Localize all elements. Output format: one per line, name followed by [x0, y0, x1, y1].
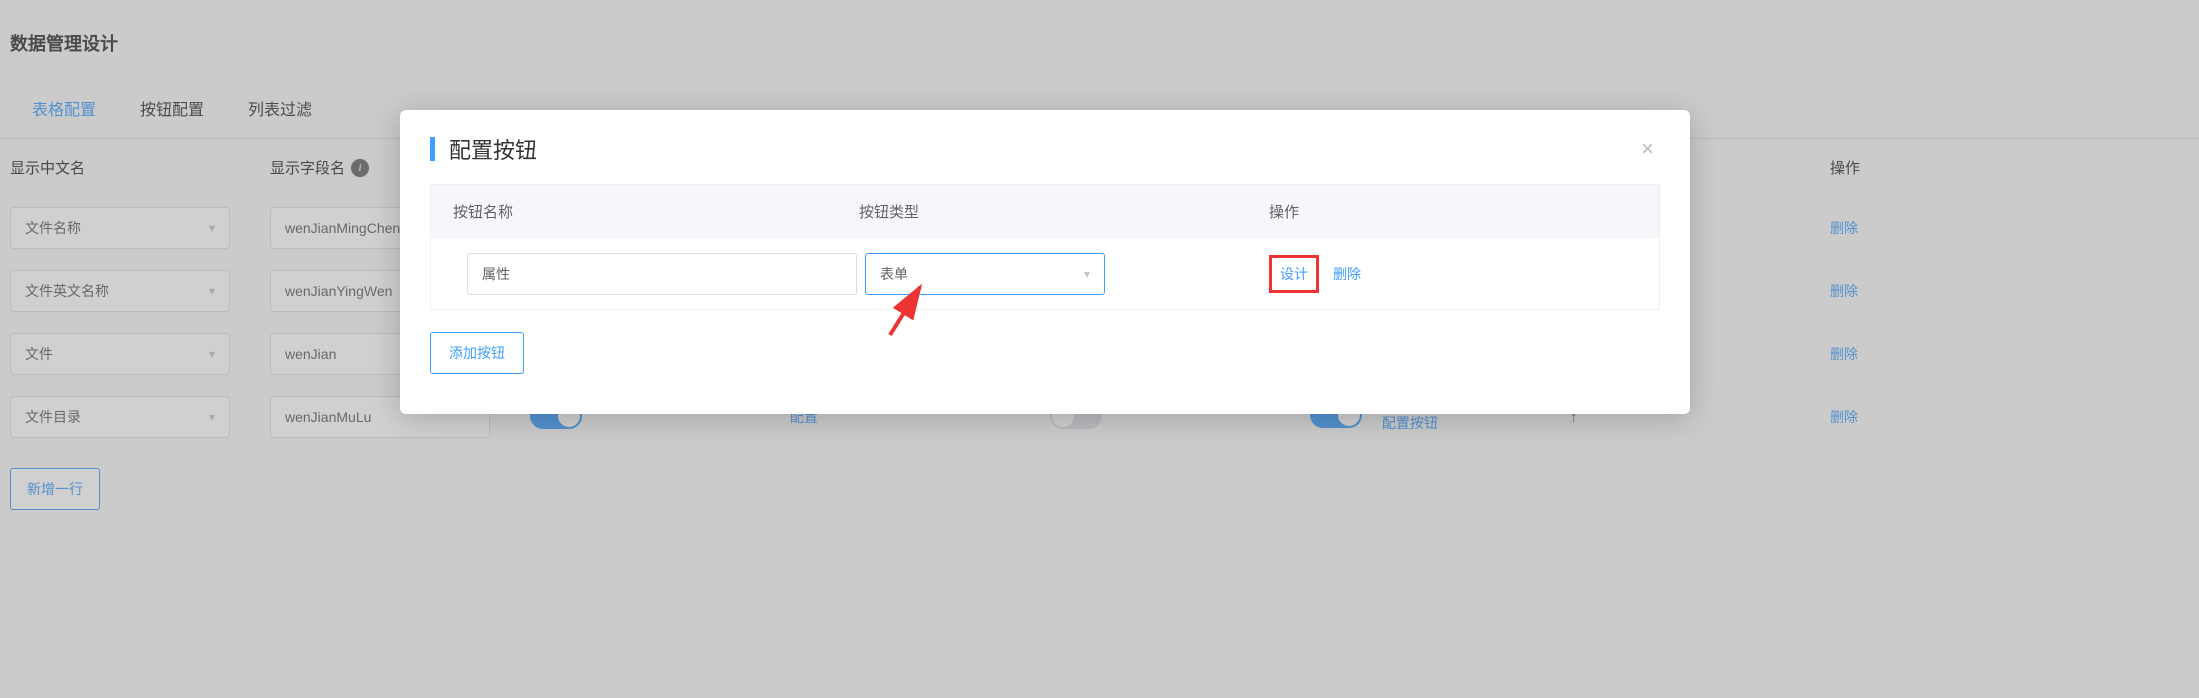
modal-body: 按钮名称 按钮类型 操作 属性 表单 ▾ 设计 删除 添加按钮	[430, 184, 1660, 374]
delete-link[interactable]: 删除	[1830, 281, 1858, 301]
display-name-select[interactable]: 文件 ▾	[10, 333, 230, 375]
field-name-value: wenJian	[285, 346, 336, 362]
modal-col-action: 操作	[1251, 201, 1659, 222]
chevron-down-icon: ▾	[209, 221, 215, 235]
delete-link[interactable]: 删除	[1830, 218, 1858, 238]
btnset-config-link[interactable]: 配置按钮	[1382, 413, 1438, 433]
field-name-value: wenJianYingWen	[285, 283, 392, 299]
col-header-action: 操作	[1830, 157, 2090, 178]
info-icon[interactable]: i	[351, 159, 369, 177]
col-header-display-name: 显示中文名	[10, 157, 270, 178]
field-name-value: wenJianMingCheng	[285, 220, 408, 236]
modal-col-name: 按钮名称	[431, 201, 841, 222]
design-link[interactable]: 设计	[1269, 255, 1319, 293]
chevron-down-icon: ▾	[209, 347, 215, 361]
modal-col-type: 按钮类型	[841, 201, 1251, 222]
modal-row: 属性 表单 ▾ 设计 删除	[430, 238, 1660, 310]
button-name-value: 属性	[482, 264, 510, 284]
tab-table-config[interactable]: 表格配置	[10, 78, 118, 138]
delete-link[interactable]: 删除	[1830, 407, 1858, 427]
tab-button-config[interactable]: 按钮配置	[118, 78, 226, 138]
display-name-value: 文件英文名称	[25, 281, 109, 301]
display-name-value: 文件目录	[25, 407, 81, 427]
close-icon[interactable]: ×	[1635, 132, 1660, 166]
display-name-value: 文件	[25, 344, 53, 364]
display-name-select[interactable]: 文件目录 ▾	[10, 396, 230, 438]
display-name-select[interactable]: 文件名称 ▾	[10, 207, 230, 249]
page-title: 数据管理设计	[0, 0, 2199, 78]
chevron-down-icon: ▾	[209, 410, 215, 424]
button-type-select[interactable]: 表单 ▾	[865, 253, 1105, 295]
display-name-select[interactable]: 文件英文名称 ▾	[10, 270, 230, 312]
button-name-input[interactable]: 属性	[467, 253, 857, 295]
config-button-modal: 配置按钮 × 按钮名称 按钮类型 操作 属性 表单 ▾ 设计 删除	[400, 110, 1690, 414]
modal-accent-bar	[430, 137, 435, 161]
delete-link[interactable]: 删除	[1333, 264, 1361, 284]
modal-title: 配置按钮	[449, 133, 1635, 165]
chevron-down-icon: ▾	[209, 284, 215, 298]
col-header-field-name-label: 显示字段名	[270, 157, 345, 178]
add-button-button[interactable]: 添加按钮	[430, 332, 524, 374]
add-row-button[interactable]: 新增一行	[10, 468, 100, 510]
modal-grid-header: 按钮名称 按钮类型 操作	[430, 184, 1660, 238]
tab-list-filter[interactable]: 列表过滤	[226, 78, 334, 138]
field-name-value: wenJianMuLu	[285, 409, 371, 425]
display-name-value: 文件名称	[25, 218, 81, 238]
chevron-down-icon: ▾	[1084, 267, 1090, 281]
delete-link[interactable]: 删除	[1830, 344, 1858, 364]
modal-header: 配置按钮 ×	[430, 110, 1660, 184]
button-type-value: 表单	[880, 264, 908, 284]
